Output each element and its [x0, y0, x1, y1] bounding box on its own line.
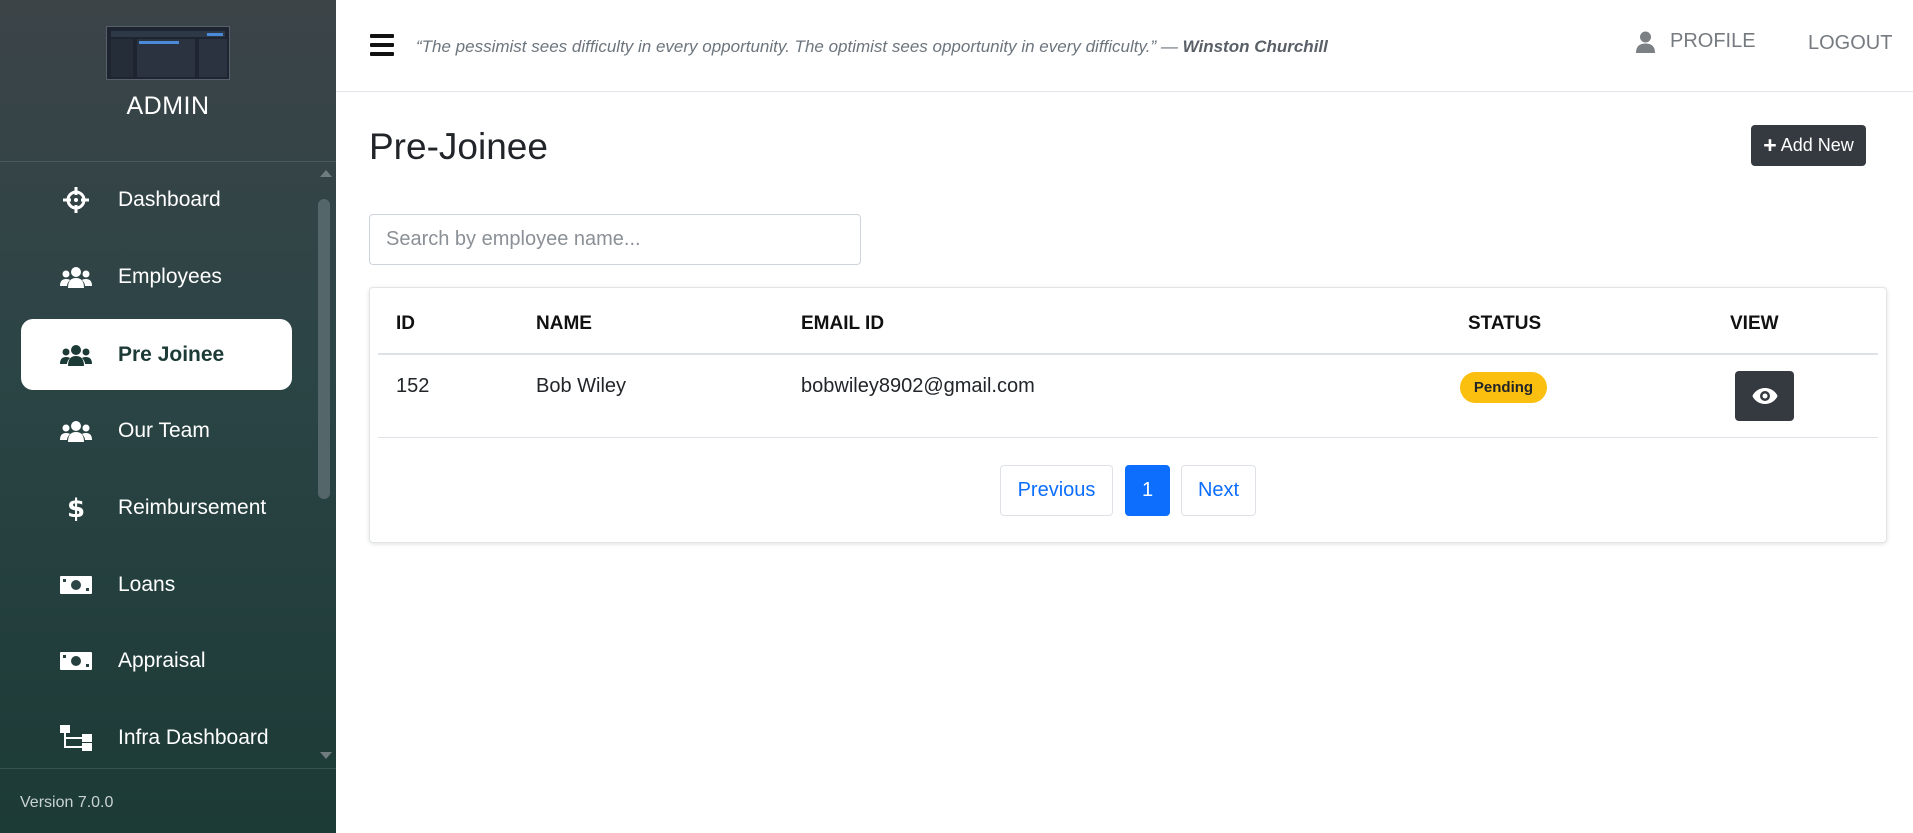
sidebar-item-dashboard[interactable]: Dashboard	[21, 164, 292, 235]
scroll-down-arrow[interactable]	[320, 752, 332, 759]
sidebar-item-label: Dashboard	[118, 187, 221, 211]
sidebar-brand: ADMIN	[0, 0, 336, 162]
sidebar-item-label: Infra Dashboard	[118, 725, 269, 749]
svg-text:$: $	[68, 495, 84, 521]
sidebar-item-label: Reimbursement	[118, 495, 267, 519]
eye-icon	[1752, 388, 1777, 404]
table-header-divider	[378, 353, 1878, 355]
status-badge: Pending	[1460, 372, 1547, 403]
sidebar-item-label: Appraisal	[118, 648, 206, 672]
sidebar-scrollbar[interactable]	[317, 166, 332, 766]
quote-body: “The pessimist sees difficulty in every …	[416, 37, 1178, 56]
profile-link[interactable]: PROFILE	[1636, 30, 1756, 53]
brand-title: ADMIN	[126, 92, 210, 120]
sidebar-item-pre-joinee[interactable]: Pre Joinee	[21, 319, 292, 390]
user-icon	[1636, 31, 1655, 53]
column-header-email[interactable]: EMAIL ID	[801, 313, 884, 335]
logout-link[interactable]: LOGOUT	[1808, 32, 1892, 55]
quote-text: “The pessimist sees difficulty in every …	[416, 37, 1328, 57]
money-bill-icon	[51, 651, 101, 671]
sidebar-item-label: Pre Joinee	[118, 342, 225, 366]
quote-author: Winston Churchill	[1182, 37, 1328, 56]
column-header-view[interactable]: VIEW	[1730, 313, 1779, 335]
pre-joinee-table-card: ID NAME EMAIL ID STATUS VIEW 152 Bob Wil…	[369, 287, 1887, 543]
sidebar-item-loans[interactable]: Loans	[21, 549, 292, 620]
pagination-next[interactable]: Next	[1181, 465, 1256, 516]
crosshairs-icon	[51, 186, 101, 213]
plus-icon: +	[1763, 132, 1777, 158]
sidebar-item-our-team[interactable]: Our Team	[21, 395, 292, 466]
sidebar-item-label: Employees	[118, 264, 222, 288]
view-button[interactable]	[1735, 371, 1794, 421]
users-icon	[51, 344, 101, 366]
pagination-page-1[interactable]: 1	[1125, 465, 1170, 516]
money-bill-icon	[51, 575, 101, 595]
add-new-button[interactable]: + Add New	[1751, 125, 1866, 166]
sidebar-item-appraisal[interactable]: Appraisal	[21, 625, 292, 696]
scroll-up-arrow[interactable]	[320, 170, 332, 177]
cell-email: bobwiley8902@gmail.com	[801, 375, 1035, 397]
sidebar-item-label: Our Team	[118, 418, 210, 442]
users-icon	[51, 266, 101, 288]
column-header-name[interactable]: NAME	[536, 313, 592, 335]
sitemap-icon	[51, 724, 101, 751]
brand-logo[interactable]	[106, 26, 230, 80]
sidebar-nav: Dashboard Employees Pre Joinee Our Team …	[0, 164, 336, 768]
sidebar: ADMIN Dashboard Employees Pre Joinee Our…	[0, 0, 336, 833]
top-header: “The pessimist sees difficulty in every …	[336, 0, 1913, 92]
sidebar-footer: Version 7.0.0	[0, 768, 336, 833]
cell-id: 152	[396, 375, 430, 397]
sidebar-item-infra-dashboard[interactable]: Infra Dashboard	[21, 702, 292, 768]
profile-label: PROFILE	[1670, 30, 1756, 52]
column-header-status[interactable]: STATUS	[1468, 313, 1541, 335]
users-icon	[51, 420, 101, 442]
column-header-id[interactable]: ID	[396, 313, 415, 335]
dollar-icon: $	[51, 495, 101, 521]
scrollbar-thumb[interactable]	[318, 199, 330, 499]
version-label: Version 7.0.0	[20, 794, 114, 811]
hamburger-menu-icon[interactable]	[370, 34, 394, 56]
table-row-divider	[378, 437, 1878, 438]
cell-name: Bob Wiley	[536, 375, 627, 397]
search-input[interactable]	[369, 214, 861, 265]
add-new-label: Add New	[1780, 135, 1854, 155]
pagination-previous[interactable]: Previous	[1000, 465, 1113, 516]
page-title: Pre-Joinee	[369, 126, 548, 167]
sidebar-item-label: Loans	[118, 572, 176, 596]
sidebar-item-reimbursement[interactable]: $ Reimbursement	[21, 472, 292, 543]
sidebar-item-employees[interactable]: Employees	[21, 241, 292, 312]
